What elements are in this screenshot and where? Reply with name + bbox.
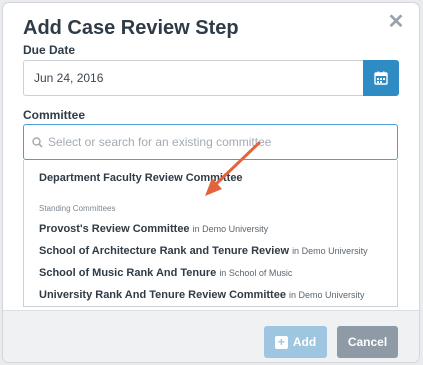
calendar-button[interactable] bbox=[363, 60, 399, 96]
calendar-icon bbox=[374, 71, 388, 85]
dropdown-group-label: Standing Committees bbox=[39, 204, 116, 213]
dropdown-item-context: in School of Music bbox=[219, 268, 293, 278]
modal-footer: + Add Cancel bbox=[3, 310, 419, 362]
plus-icon: + bbox=[274, 335, 288, 349]
committee-label: Committee bbox=[23, 108, 86, 122]
search-icon bbox=[32, 136, 43, 148]
dropdown-item-context: in Demo University bbox=[192, 224, 269, 234]
committee-dropdown: Department Faculty Review Committee Stan… bbox=[23, 160, 398, 307]
dropdown-item-name: Provost's Review Committee bbox=[39, 223, 190, 235]
due-date-label: Due Date bbox=[23, 43, 76, 57]
due-date-field[interactable]: Jun 24, 2016 bbox=[23, 60, 363, 96]
add-button-label: Add bbox=[292, 335, 317, 349]
committee-search-field[interactable] bbox=[23, 124, 398, 160]
dropdown-item-context: in Demo University bbox=[289, 290, 365, 300]
add-button[interactable]: + Add bbox=[264, 326, 327, 358]
dropdown-item[interactable]: Provost's Review Committee in Demo Unive… bbox=[39, 223, 268, 235]
dropdown-item-name: School of Architecture Rank and Tenure R… bbox=[39, 245, 289, 257]
close-icon[interactable]: ✕ bbox=[387, 12, 405, 32]
cancel-button[interactable]: Cancel bbox=[337, 326, 398, 358]
dropdown-item[interactable]: School of Architecture Rank and Tenure R… bbox=[39, 245, 368, 257]
dropdown-item[interactable]: School of Music Rank And Tenure in Schoo… bbox=[39, 267, 292, 279]
dropdown-item-department-faculty[interactable]: Department Faculty Review Committee bbox=[39, 172, 243, 184]
dropdown-item[interactable]: University Rank And Tenure Review Commit… bbox=[39, 289, 365, 301]
cancel-button-label: Cancel bbox=[347, 335, 388, 349]
dropdown-item-name: School of Music Rank And Tenure bbox=[39, 267, 217, 279]
dropdown-item-context: in Demo University bbox=[292, 246, 368, 256]
modal-title: Add Case Review Step bbox=[23, 17, 239, 39]
add-case-review-step-modal: Add Case Review Step ✕ Due Date Jun 24, … bbox=[3, 3, 419, 362]
dropdown-item-name: University Rank And Tenure Review Commit… bbox=[39, 289, 286, 301]
dropdown-item-name: Department Faculty Review Committee bbox=[39, 172, 243, 184]
committee-search-input[interactable] bbox=[48, 135, 368, 149]
